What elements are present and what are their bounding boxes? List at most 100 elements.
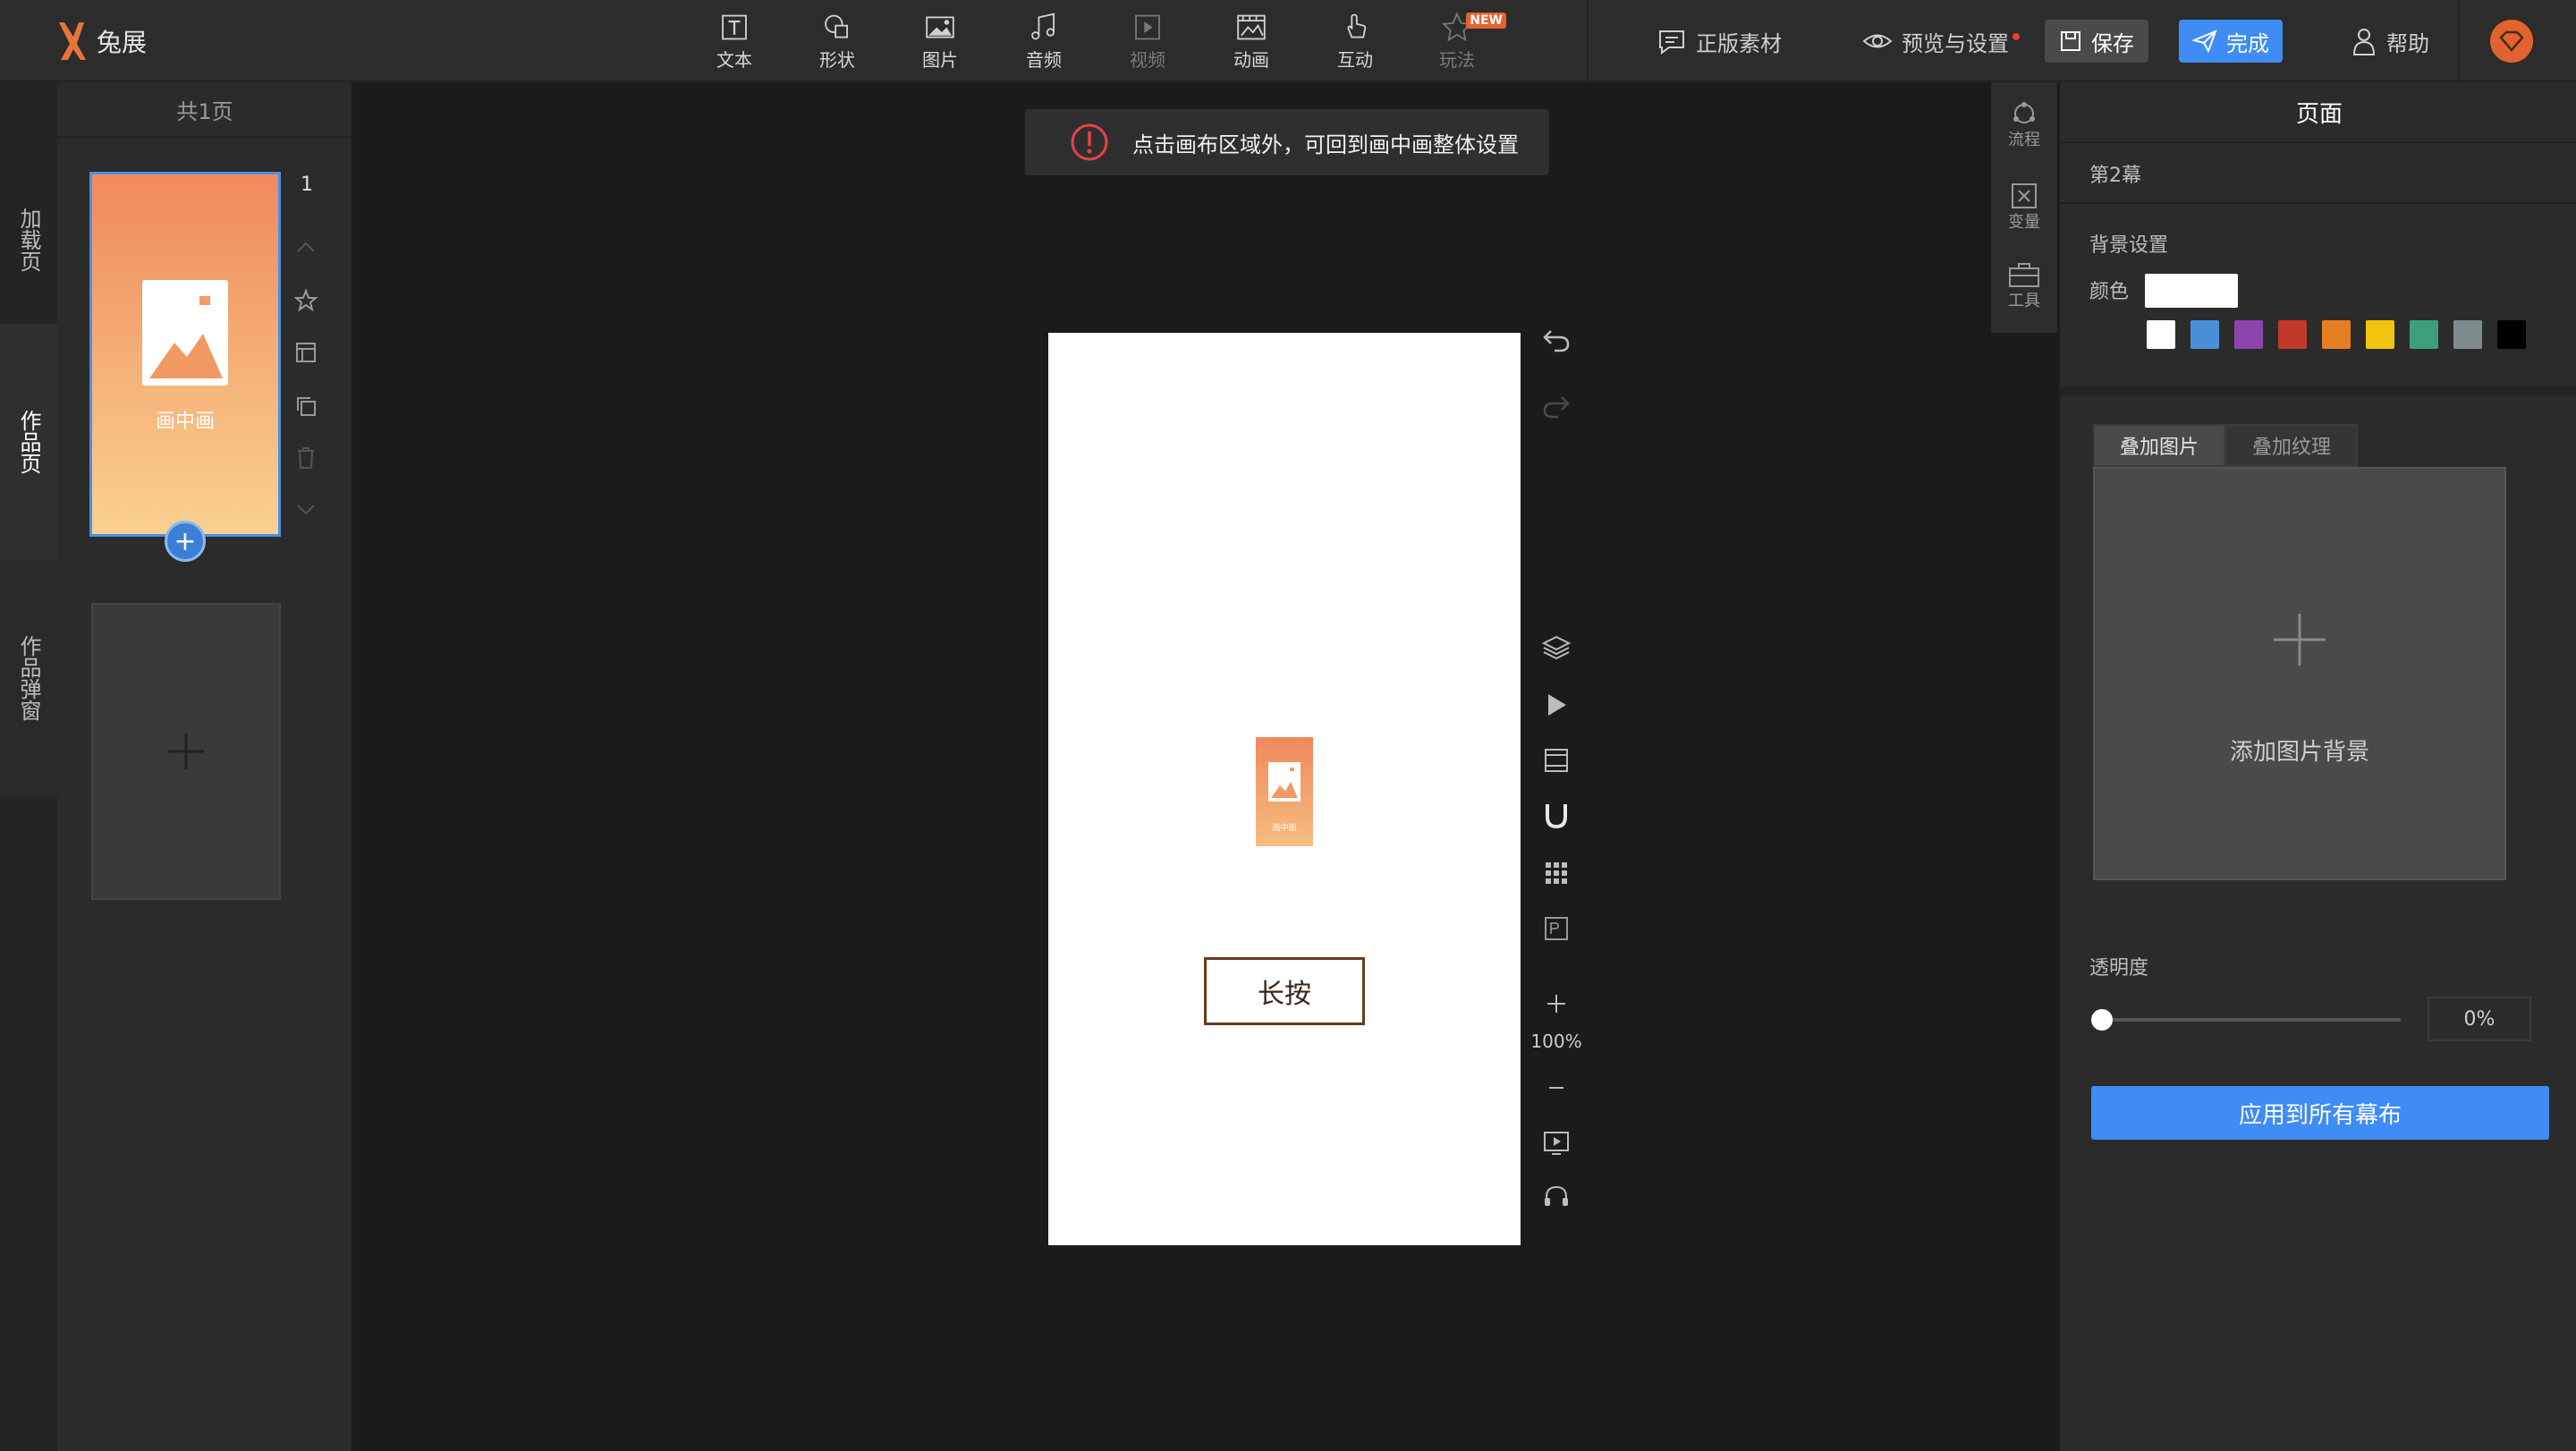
swatch-black[interactable]	[2497, 320, 2526, 349]
swatch-green[interactable]	[2410, 320, 2438, 349]
layers-icon[interactable]	[1537, 628, 1576, 667]
redo-icon[interactable]	[1537, 386, 1576, 426]
preview-settings-link[interactable]: 预览与设置	[1862, 20, 2020, 63]
undo-icon[interactable]	[1537, 320, 1576, 360]
psd-import-icon[interactable]	[1537, 909, 1576, 948]
layout-icon[interactable]	[292, 338, 320, 367]
left-tabs: 加载页 作品页 作品弹窗	[0, 82, 57, 1451]
long-press-button[interactable]: 长按	[1204, 957, 1365, 1025]
swatch-blue[interactable]	[2190, 320, 2219, 349]
divider	[1587, 0, 1589, 82]
swatch-yellow[interactable]	[2366, 320, 2394, 349]
audio-icon	[1031, 13, 1055, 40]
help-link[interactable]: 帮助	[2351, 20, 2429, 63]
divider	[2061, 386, 2576, 395]
copy-icon[interactable]	[292, 392, 320, 420]
add-image-background-label: 添加图片背景	[2229, 739, 2369, 766]
grid-icon[interactable]	[1537, 853, 1576, 893]
variable-button[interactable]: 变量	[1991, 182, 2057, 233]
star-icon[interactable]	[292, 286, 320, 315]
play-preview-icon[interactable]	[1537, 685, 1576, 725]
tool-shape-label: 形状	[819, 49, 855, 71]
swatch-red[interactable]	[2278, 320, 2307, 349]
page-count: 共1页	[57, 82, 352, 138]
swatch-orange[interactable]	[2322, 320, 2351, 349]
add-page-button[interactable]	[91, 603, 281, 900]
rabbit-logo-icon	[59, 22, 86, 60]
tab-loading-page-label: 加载页	[16, 208, 41, 272]
opacity-slider-handle[interactable]	[2091, 1009, 2113, 1031]
tool-image[interactable]: 图片	[900, 11, 980, 72]
tool-shape[interactable]: 形状	[797, 11, 877, 72]
warning-icon	[1071, 123, 1108, 161]
help-label: 帮助	[2386, 30, 2429, 56]
new-badge: NEW	[1466, 13, 1506, 29]
licensed-assets-link[interactable]: 正版素材	[1657, 20, 1782, 63]
headset-icon[interactable]	[1537, 1177, 1576, 1217]
tool-audio[interactable]: 音频	[1004, 11, 1084, 72]
swatch-gray[interactable]	[2453, 320, 2482, 349]
tab-work-popup[interactable]: 作品弹窗	[0, 560, 57, 796]
licensed-assets-label: 正版素材	[1696, 30, 1782, 56]
image-icon	[926, 16, 954, 38]
send-icon	[2192, 30, 2217, 53]
right-mini-toolbar: 流程 变量 工具	[1991, 82, 2057, 333]
magnet-icon[interactable]	[1537, 796, 1576, 836]
toolbox-icon	[2009, 263, 2039, 287]
page-thumbnail[interactable]: 画中画	[89, 172, 281, 537]
zoom-in-icon[interactable]	[1537, 984, 1576, 1023]
user-help-icon	[2352, 29, 2376, 55]
tab-overlay-image[interactable]: 叠加图片	[2093, 424, 2225, 467]
assets-icon	[1659, 30, 1684, 55]
tool-image-label: 图片	[922, 49, 958, 71]
tool-animation[interactable]: 动画	[1211, 11, 1292, 72]
save-icon	[2061, 31, 2080, 51]
divider	[2061, 202, 2576, 204]
tool-video[interactable]: 视频	[1107, 11, 1188, 72]
tool-text[interactable]: 文本	[694, 11, 775, 72]
swatch-white[interactable]	[2147, 320, 2175, 349]
apply-to-all-button[interactable]: 应用到所有幕布	[2091, 1086, 2549, 1140]
plus-icon	[168, 734, 204, 769]
zoom-level: 100%	[1530, 1031, 1582, 1052]
done-button[interactable]: 完成	[2179, 20, 2283, 63]
canvas-tip: 点击画布区域外，可回到画中画整体设置	[1025, 109, 1549, 175]
tab-loading-page[interactable]: 加载页	[0, 156, 57, 324]
add-image-background-area[interactable]: 添加图片背景	[2093, 467, 2506, 880]
tools-label: 工具	[2008, 292, 2040, 310]
opacity-slider[interactable]	[2100, 1018, 2401, 1022]
avatar[interactable]	[2490, 20, 2533, 63]
tool-interact[interactable]: 互动	[1315, 11, 1395, 72]
image-placeholder-icon	[142, 280, 228, 386]
variable-label: 变量	[2008, 213, 2040, 232]
move-up-icon[interactable]	[292, 233, 320, 261]
color-label: 颜色	[2089, 281, 2130, 303]
picture-in-picture-element[interactable]: 画中画	[1256, 737, 1313, 846]
plus-icon	[2274, 614, 2326, 666]
done-label: 完成	[2226, 30, 2269, 56]
tool-audio-label: 音频	[1026, 49, 1062, 71]
tool-interact-label: 互动	[1337, 49, 1373, 71]
tab-work-page[interactable]: 作品页	[0, 324, 57, 560]
tools-button[interactable]: 工具	[1991, 261, 2057, 311]
color-picker[interactable]	[2145, 274, 2238, 308]
save-button[interactable]: 保存	[2045, 20, 2148, 63]
flow-button[interactable]: 流程	[1991, 100, 2057, 150]
filmstrip-icon[interactable]	[1537, 741, 1576, 780]
tool-animation-label: 动画	[1233, 49, 1269, 71]
canvas-stage[interactable]: 画中画 长按	[1048, 333, 1521, 1245]
tool-play[interactable]: 玩法 NEW	[1417, 11, 1506, 72]
tab-overlay-texture[interactable]: 叠加纹理	[2225, 424, 2358, 467]
swatch-purple[interactable]	[2234, 320, 2263, 349]
animation-icon	[1237, 14, 1266, 40]
save-label: 保存	[2091, 30, 2134, 56]
tab-work-page-label: 作品页	[16, 410, 41, 474]
move-down-icon[interactable]	[292, 496, 320, 524]
delete-icon[interactable]	[292, 444, 320, 472]
add-page-circle-button[interactable]: +	[165, 521, 206, 562]
logo[interactable]: 兔展	[54, 16, 147, 66]
tab-work-popup-label: 作品弹窗	[16, 635, 41, 721]
zoom-out-icon[interactable]	[1537, 1068, 1576, 1107]
video-tutorial-icon[interactable]	[1537, 1124, 1576, 1163]
opacity-input[interactable]: 0%	[2428, 997, 2531, 1041]
